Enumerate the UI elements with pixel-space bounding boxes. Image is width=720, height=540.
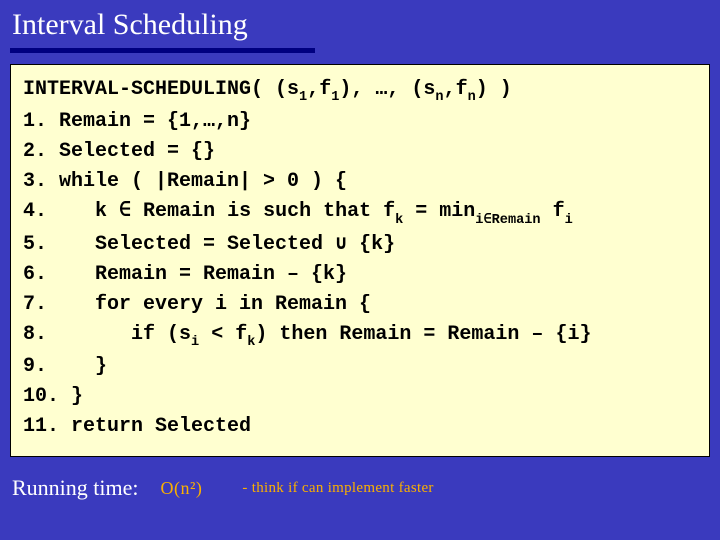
code-line: 2. Selected = {}: [23, 137, 697, 167]
t: f: [541, 200, 565, 223]
t: < f: [199, 323, 247, 346]
t: 4. k ∈ Remain is such that f: [23, 200, 395, 223]
code-line: 8. if (si < fk) then Remain = Remain – {…: [23, 320, 697, 352]
t: ,f: [307, 78, 331, 101]
sub: 1: [331, 90, 339, 105]
sub: i: [191, 335, 199, 350]
code-line: 10. }: [23, 382, 697, 412]
t: ), …, (s: [339, 78, 435, 101]
pseudocode-box: INTERVAL-SCHEDULING( (s1,f1), …, (sn,fn)…: [10, 64, 710, 457]
t: = min: [403, 200, 475, 223]
sub: k: [395, 213, 403, 228]
t: ,f: [444, 78, 468, 101]
sub: n: [435, 90, 443, 105]
code-line: 1. Remain = {1,…,n}: [23, 107, 697, 137]
page-title: Interval Scheduling: [0, 0, 260, 46]
code-line: 3. while ( |Remain| > 0 ) {: [23, 167, 697, 197]
code-line: 5. Selected = Selected ∪ {k}: [23, 230, 697, 260]
t: ) ): [476, 78, 512, 101]
running-time-row: Running time: O(n²) - think if can imple…: [12, 475, 720, 511]
handwritten-note: - think if can implement faster: [242, 480, 433, 497]
code-line: 6. Remain = Remain – {k}: [23, 260, 697, 290]
running-time-label: Running time:: [12, 475, 139, 501]
code-line: 9. }: [23, 352, 697, 382]
code-line: 11. return Selected: [23, 412, 697, 442]
sub: i: [565, 213, 573, 228]
t: INTERVAL-SCHEDULING( (s: [23, 78, 299, 101]
complexity-annotation: O(n²): [161, 478, 203, 499]
t: 8. if (s: [23, 323, 191, 346]
t: ) then Remain = Remain – {i}: [255, 323, 591, 346]
sub: k: [247, 335, 255, 350]
code-header: INTERVAL-SCHEDULING( (s1,f1), …, (sn,fn)…: [23, 75, 697, 107]
code-line: 7. for every i in Remain {: [23, 290, 697, 320]
sub: 1: [299, 90, 307, 105]
sub: i∈Remain: [475, 213, 540, 228]
code-line: 4. k ∈ Remain is such that fk = mini∈Rem…: [23, 197, 697, 229]
title-underline: [10, 48, 315, 53]
sub: n: [468, 90, 476, 105]
